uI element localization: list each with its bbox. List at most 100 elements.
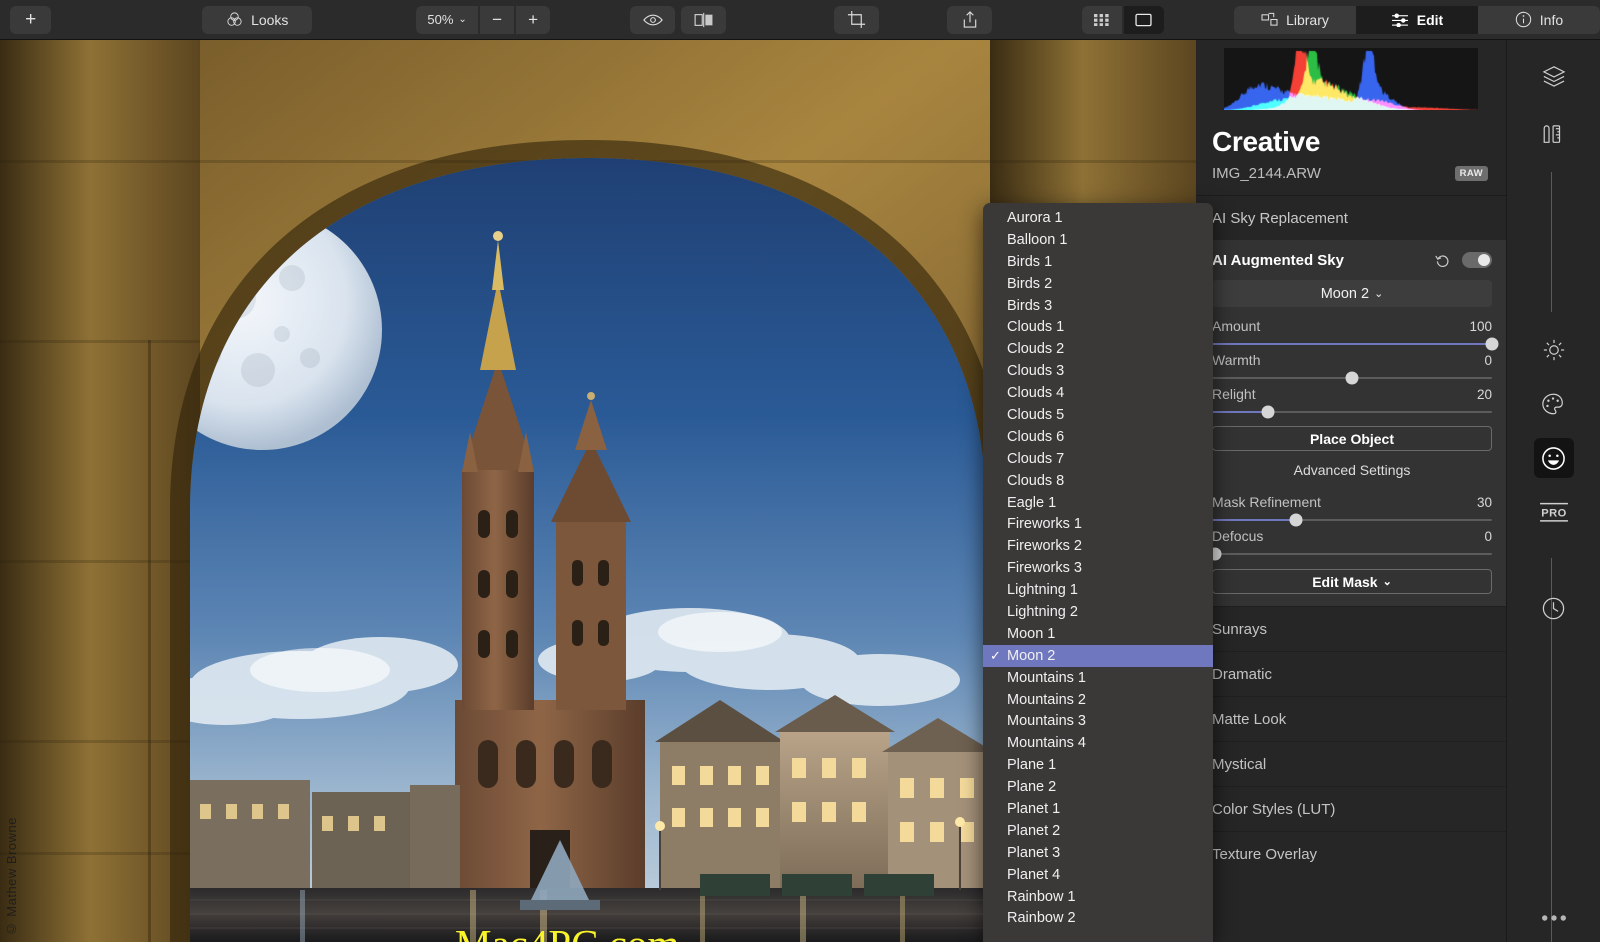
- dropdown-item[interactable]: Birds 1: [983, 251, 1213, 273]
- panel-section-dramatic[interactable]: Dramatic: [1196, 651, 1506, 696]
- dropdown-item-label: Birds 3: [1007, 298, 1052, 314]
- tab-edit[interactable]: Edit: [1356, 6, 1478, 34]
- slider-defocus-track[interactable]: [1212, 553, 1492, 555]
- dropdown-item-label: Planet 2: [1007, 823, 1060, 839]
- crop-button[interactable]: [834, 6, 879, 34]
- add-button[interactable]: +: [10, 6, 51, 34]
- advanced-settings-button[interactable]: Advanced Settings: [1212, 457, 1492, 482]
- panel-section-label: Sunrays: [1212, 621, 1267, 638]
- dropdown-item[interactable]: Clouds 6: [983, 426, 1213, 448]
- slider-warmth[interactable]: Warmth 0: [1212, 352, 1492, 379]
- tab-info-label: Info: [1540, 12, 1563, 28]
- slider-amount-track[interactable]: [1212, 343, 1492, 345]
- dropdown-item[interactable]: Fireworks 1: [983, 513, 1213, 535]
- dropdown-item[interactable]: Lightning 1: [983, 579, 1213, 601]
- dropdown-item[interactable]: Eagle 1: [983, 492, 1213, 514]
- dropdown-item[interactable]: Mountains 2: [983, 689, 1213, 711]
- dropdown-item[interactable]: Birds 3: [983, 295, 1213, 317]
- tab-library[interactable]: Library: [1234, 6, 1356, 34]
- slider-amount[interactable]: Amount 100: [1212, 318, 1492, 345]
- single-view-button[interactable]: [1124, 6, 1164, 34]
- edit-mask-button[interactable]: Edit Mask ⌄: [1212, 569, 1492, 594]
- panel-section-mystical[interactable]: Mystical: [1196, 741, 1506, 786]
- slider-warmth-track[interactable]: [1212, 377, 1492, 379]
- dropdown-item[interactable]: Clouds 8: [983, 470, 1213, 492]
- looks-button[interactable]: Looks: [202, 6, 312, 34]
- dropdown-item[interactable]: Clouds 4: [983, 382, 1213, 404]
- tab-edit-label: Edit: [1417, 12, 1443, 28]
- svg-text:PRO: PRO: [1541, 508, 1567, 520]
- dropdown-item[interactable]: Aurora 1: [983, 207, 1213, 229]
- dropdown-item-label: Mountains 1: [1007, 670, 1086, 686]
- dropdown-item[interactable]: Mountains 1: [983, 667, 1213, 689]
- info-circle-icon: [1515, 11, 1532, 28]
- histogram: [1224, 48, 1478, 110]
- slider-defocus[interactable]: Defocus 0: [1212, 528, 1492, 555]
- slider-mask-refinement-track[interactable]: [1212, 519, 1492, 521]
- dropdown-item[interactable]: ✓Moon 2: [983, 645, 1213, 667]
- dropdown-item[interactable]: Planet 4: [983, 864, 1213, 886]
- section-ai-augmented-sky-header[interactable]: AI Augmented Sky: [1196, 240, 1506, 280]
- slider-relight[interactable]: Relight 20: [1212, 386, 1492, 413]
- dropdown-item-label: Plane 1: [1007, 757, 1056, 773]
- slider-mask-refinement[interactable]: Mask Refinement 30: [1212, 494, 1492, 521]
- dropdown-item[interactable]: Balloon 1: [983, 229, 1213, 251]
- panel-section-texture-overlay[interactable]: Texture Overlay: [1196, 831, 1506, 876]
- reset-arrow-icon[interactable]: [1435, 253, 1450, 267]
- essentials-sun-icon[interactable]: [1534, 330, 1574, 370]
- object-select-combo[interactable]: Moon 2 ⌄: [1212, 280, 1492, 307]
- tools-ruler-icon[interactable]: [1534, 114, 1574, 154]
- dropdown-item[interactable]: Fireworks 2: [983, 535, 1213, 557]
- dropdown-item[interactable]: Planet 2: [983, 820, 1213, 842]
- section-ai-sky-replacement-label: AI Sky Replacement: [1212, 210, 1348, 227]
- place-object-button[interactable]: Place Object: [1212, 426, 1492, 451]
- slider-relight-track[interactable]: [1212, 411, 1492, 413]
- zoom-level-dropdown[interactable]: 50% ⌄: [416, 6, 478, 34]
- layers-icon[interactable]: [1534, 56, 1574, 96]
- pro-icon[interactable]: PRO: [1534, 492, 1574, 532]
- panel-section-color-styles-lut[interactable]: Color Styles (LUT): [1196, 786, 1506, 831]
- portrait-face-icon[interactable]: [1534, 438, 1574, 478]
- dropdown-item[interactable]: Birds 2: [983, 273, 1213, 295]
- looks-venn-icon: [226, 11, 243, 28]
- creative-palette-icon[interactable]: [1534, 384, 1574, 424]
- preview-toggle-button[interactable]: [630, 6, 675, 34]
- dropdown-item-label: Aurora 1: [1007, 210, 1063, 226]
- dropdown-item-label: Mountains 4: [1007, 735, 1086, 751]
- panel-section-sunrays[interactable]: Sunrays: [1196, 606, 1506, 651]
- dropdown-item-label: Birds 1: [1007, 254, 1052, 270]
- dropdown-item[interactable]: Clouds 3: [983, 360, 1213, 382]
- augmented-sky-toggle[interactable]: [1462, 252, 1492, 268]
- dropdown-item[interactable]: Mountains 3: [983, 710, 1213, 732]
- dropdown-item[interactable]: Rainbow 2: [983, 908, 1213, 930]
- dropdown-item[interactable]: Planet 1: [983, 798, 1213, 820]
- section-ai-sky-replacement[interactable]: AI Sky Replacement: [1196, 196, 1506, 240]
- zoom-in-button[interactable]: +: [516, 6, 550, 34]
- share-upload-icon: [962, 10, 978, 29]
- dropdown-item[interactable]: Clouds 2: [983, 338, 1213, 360]
- dropdown-item[interactable]: Fireworks 3: [983, 557, 1213, 579]
- dropdown-item[interactable]: Rainbow 1: [983, 886, 1213, 908]
- panel-section-matte-look[interactable]: Matte Look: [1196, 696, 1506, 741]
- more-dots-icon[interactable]: [1534, 898, 1574, 938]
- dropdown-item[interactable]: Planet 3: [983, 842, 1213, 864]
- augmented-sky-object-dropdown[interactable]: Aurora 1 Balloon 1 Birds 1 Birds 2 Birds 3 Cl…: [983, 203, 1213, 942]
- dropdown-item[interactable]: Clouds 7: [983, 448, 1213, 470]
- tab-info[interactable]: Info: [1478, 6, 1600, 34]
- dropdown-item[interactable]: Mountains 4: [983, 732, 1213, 754]
- dropdown-item[interactable]: Plane 1: [983, 754, 1213, 776]
- compare-button[interactable]: [681, 6, 726, 34]
- grid-view-button[interactable]: [1082, 6, 1122, 34]
- dropdown-item[interactable]: Plane 2: [983, 776, 1213, 798]
- dropdown-item[interactable]: Clouds 1: [983, 316, 1213, 338]
- zoom-out-button[interactable]: −: [480, 6, 514, 34]
- check-icon: ✓: [990, 648, 1001, 664]
- history-clock-icon[interactable]: [1534, 588, 1574, 628]
- share-button[interactable]: [947, 6, 992, 34]
- dropdown-item-label: Clouds 4: [1007, 385, 1064, 401]
- panel-section-label: Matte Look: [1212, 711, 1286, 728]
- dropdown-item-label: Planet 3: [1007, 845, 1060, 861]
- dropdown-item[interactable]: Moon 1: [983, 623, 1213, 645]
- dropdown-item[interactable]: Clouds 5: [983, 404, 1213, 426]
- dropdown-item[interactable]: Lightning 2: [983, 601, 1213, 623]
